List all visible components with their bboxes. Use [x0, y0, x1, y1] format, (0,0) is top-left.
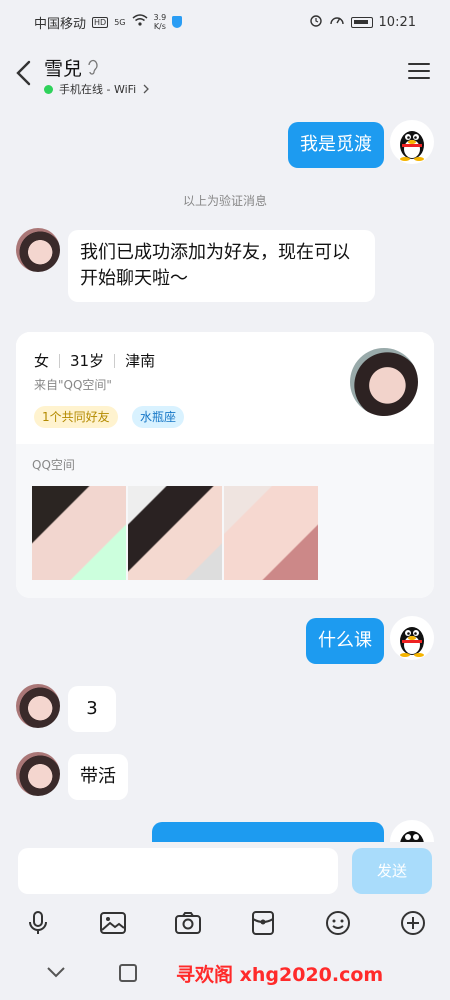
profile-avatar[interactable] — [350, 348, 418, 416]
mutual-friends-tag[interactable]: 1个共同好友 — [34, 406, 118, 428]
ear-icon — [88, 59, 98, 75]
profile-source: 来自"QQ空间" — [34, 378, 112, 392]
send-button[interactable]: 发送 — [352, 848, 432, 894]
qq-penguin-icon — [400, 131, 424, 161]
message-bubble-incoming[interactable]: 3 — [68, 686, 116, 732]
message-input[interactable] — [18, 848, 338, 894]
system-note: 以上为验证消息 — [182, 194, 267, 208]
signal-icon: 5G — [114, 17, 126, 27]
wifi-icon — [132, 14, 148, 30]
message-text: 3 — [86, 698, 98, 719]
qzone-section[interactable]: QQ空间 — [16, 444, 434, 598]
carrier-label: 中国移动 — [34, 16, 87, 32]
nav-back-icon[interactable] — [46, 966, 66, 978]
nav-recents-icon[interactable] — [118, 963, 138, 983]
my-avatar[interactable] — [390, 120, 434, 164]
contact-avatar[interactable] — [16, 752, 60, 796]
status-left: 中国移动 HD 5G 3.9 K/s — [34, 13, 183, 32]
profile-info: 女 31岁 津南 — [34, 350, 155, 371]
message-bubble-outgoing[interactable]: 我是觅渡 — [288, 122, 384, 168]
message-text: 带活 — [80, 766, 116, 787]
my-avatar[interactable] — [390, 616, 434, 660]
profile-gender: 女 — [34, 352, 50, 370]
qzone-photo[interactable] — [128, 486, 222, 580]
input-toolbar — [0, 900, 450, 946]
message-text: 我是觅渡 — [300, 134, 372, 155]
message-text: 什么课 — [318, 630, 372, 651]
speed-unit: K/s — [153, 22, 166, 31]
shield-icon — [172, 16, 183, 28]
camera-icon[interactable] — [174, 909, 202, 937]
image-icon[interactable] — [99, 909, 127, 937]
back-arrow-icon[interactable] — [14, 60, 34, 86]
microphone-icon[interactable] — [24, 909, 52, 937]
chevron-right-icon — [143, 84, 150, 94]
speed-indicator: 3.9 K/s — [154, 13, 167, 31]
watermark-text: 寻欢阁 xhg2020.com — [176, 964, 384, 986]
message-bubble-incoming[interactable]: 带活 — [68, 754, 128, 800]
online-dot-icon — [44, 84, 53, 94]
zodiac-tag: 水瓶座 — [132, 406, 185, 428]
emoji-icon[interactable] — [324, 909, 352, 937]
qzone-label: QQ空间 — [32, 458, 75, 472]
online-status-text: 手机在线 - WiFi — [59, 83, 137, 96]
qq-penguin-icon — [400, 831, 424, 842]
divider — [114, 353, 116, 368]
alarm-icon — [309, 13, 323, 31]
qzone-photo[interactable] — [224, 486, 318, 580]
battery-icon — [350, 16, 373, 28]
contact-name[interactable]: 雪兒 — [44, 54, 82, 81]
speedometer-icon — [329, 13, 345, 31]
hd-badge: HD — [92, 16, 109, 28]
message-bubble-outgoing[interactable]: 什么课 — [306, 618, 384, 664]
qzone-photo[interactable] — [32, 486, 126, 580]
my-avatar[interactable] — [390, 820, 434, 842]
message-bubble-incoming[interactable]: 我们已成功添加为好友，现在可以开始聊天啦～ — [68, 230, 375, 302]
profile-card-header: 女 31岁 津南 来自"QQ空间" 1个共同好友 水瓶座 — [16, 332, 434, 444]
online-status[interactable]: 手机在线 - WiFi — [44, 81, 150, 97]
status-bar: 中国移动 HD 5G 3.9 K/s 10:21 — [0, 0, 450, 44]
input-bar: 发送 — [0, 842, 450, 900]
message-text: 我们已成功添加为好友，现在可以开始聊天啦～ — [80, 242, 350, 289]
clock-time: 10:21 — [378, 14, 416, 30]
contact-avatar[interactable] — [16, 684, 60, 728]
chat-header: 雪兒 手机在线 - WiFi — [0, 44, 450, 102]
plus-icon[interactable] — [399, 909, 427, 937]
chat-area[interactable]: 我是觅渡 以上为验证消息 我们已成功添加为好友，现在可以开始聊天啦～ 女 31岁… — [0, 102, 450, 842]
message-bubble-outgoing-partial[interactable] — [152, 822, 384, 842]
profile-card[interactable]: 女 31岁 津南 来自"QQ空间" 1个共同好友 水瓶座 QQ空间 — [16, 332, 434, 598]
profile-age: 31岁 — [70, 352, 105, 370]
profile-location: 津南 — [125, 352, 156, 370]
divider — [59, 353, 61, 368]
status-right: 10:21 — [309, 13, 416, 31]
qq-penguin-icon — [400, 627, 424, 657]
speed-value: 3.9 — [153, 13, 167, 22]
red-packet-icon[interactable] — [249, 909, 277, 937]
menu-icon[interactable] — [408, 62, 430, 80]
contact-avatar[interactable] — [16, 228, 60, 272]
